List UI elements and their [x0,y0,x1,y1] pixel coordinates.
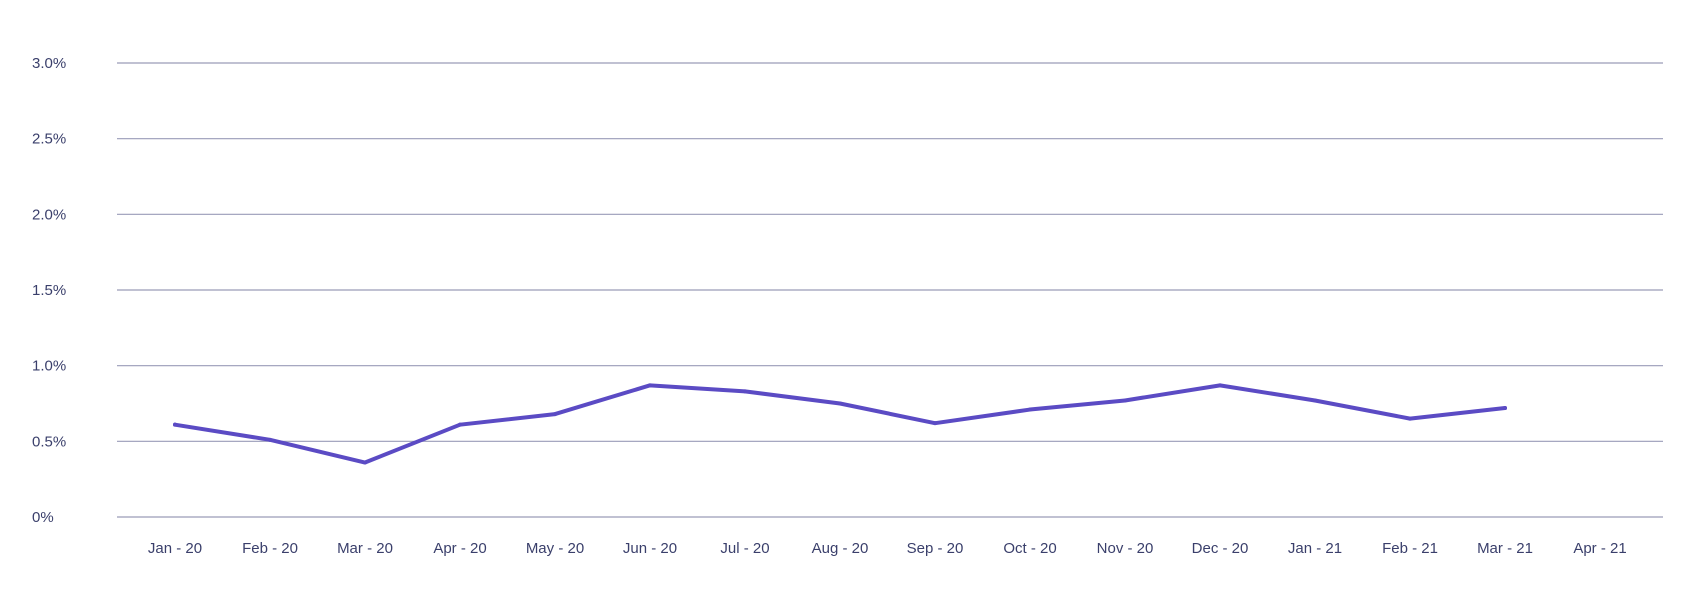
series-layer [173,383,1507,465]
data-point [1218,383,1222,388]
data-point [1313,398,1317,403]
data-point [743,389,747,394]
data-point [1503,406,1507,411]
gridlines [117,62,1663,518]
x-tick-label: Oct - 20 [1003,540,1056,557]
x-tick-label: Apr - 20 [433,540,486,557]
data-point [363,460,367,465]
y-tick-label: 2.0% [32,206,66,223]
x-tick-label: Sep - 20 [907,540,964,557]
x-tick-label: Jul - 20 [720,540,769,557]
data-point [173,422,177,427]
data-point [648,383,652,388]
x-tick-label: Nov - 20 [1097,540,1154,557]
data-point [933,421,937,426]
data-point [268,437,272,442]
data-point [553,412,557,417]
y-tick-label: 1.5% [32,282,66,299]
series-line [173,383,1507,465]
x-axis-tick-labels: Jan - 20 Feb - 20 Mar - 20 Apr - 20 May - 20… [148,540,1627,557]
y-axis-tick-labels: 0% 0.5% 1.0% 1.5% 2.0% 2.5% 3.0% [32,55,66,526]
x-tick-label: Mar - 20 [337,540,393,557]
data-point [1028,407,1032,412]
data-point [838,401,842,406]
x-tick-label: Feb - 21 [1382,540,1438,557]
y-tick-label: 3.0% [32,55,66,72]
x-tick-label: Aug - 20 [812,540,869,557]
y-tick-label: 1.0% [32,358,66,375]
data-point [458,422,462,427]
x-tick-label: Jan - 21 [1288,540,1342,557]
x-tick-label: Dec - 20 [1192,540,1249,557]
x-tick-label: Jan - 20 [148,540,202,557]
line-chart: 0% 0.5% 1.0% 1.5% 2.0% 2.5% 3.0% Jan - 20 Feb -… [32,55,1663,557]
x-tick-label: Feb - 20 [242,540,298,557]
data-point [1408,416,1412,421]
x-tick-label: May - 20 [526,540,584,557]
y-tick-label: 2.5% [32,131,66,148]
y-tick-label: 0% [32,509,54,526]
y-tick-label: 0.5% [32,433,66,450]
x-tick-label: Apr - 21 [1573,540,1626,557]
x-tick-label: Mar - 21 [1477,540,1533,557]
x-tick-label: Jun - 20 [623,540,677,557]
data-point [1123,398,1127,403]
